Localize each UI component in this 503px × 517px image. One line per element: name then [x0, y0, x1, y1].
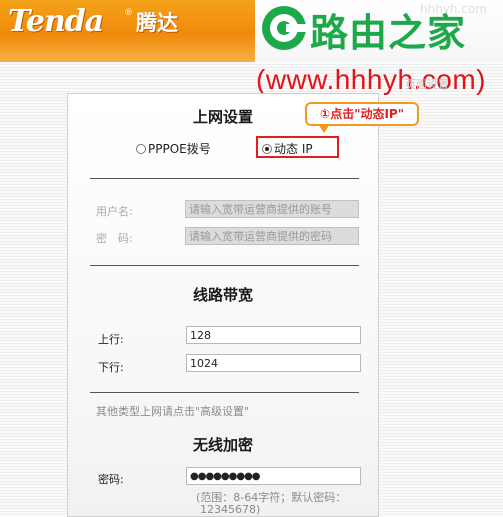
wireless-password-label: 密码: [98, 473, 124, 486]
click-dynamic-ip-callout: ①点击"动态IP" [305, 102, 419, 126]
pppoe-radio-label: PPPOE拨号 [148, 142, 211, 156]
registered-mark: ® [124, 8, 133, 18]
upstream-label: 上行: [98, 333, 124, 346]
bandwidth-title: 线路带宽 [192, 286, 253, 304]
router-home-logo-gap [286, 24, 308, 32]
default-password-hint: 12345678) [200, 503, 261, 516]
pppoe-password-label: 密 码: [96, 232, 133, 245]
wireless-encryption-title: 无线加密 [192, 436, 253, 454]
pppoe-radio-option[interactable]: PPPOE拨号 [136, 140, 211, 157]
pppoe-password-input[interactable]: 请输入宽带运营商提供的密码 [185, 227, 359, 245]
watermark-url: (www.hhhyh.com) [256, 64, 487, 95]
username-input[interactable]: 请输入宽带运营商提供的账号 [185, 200, 359, 218]
section-divider [90, 178, 359, 179]
upstream-input[interactable]: 128 [186, 326, 361, 344]
tenda-chinese-name: 腾达 [136, 11, 178, 35]
tenda-logo: Tenda [8, 4, 104, 39]
faint-title-text: 页面设置 [405, 78, 449, 91]
downstream-label: 下行: [98, 361, 124, 374]
downstream-input[interactable]: 1024 [186, 354, 361, 372]
wireless-password-input[interactable]: ●●●●●●●●● [186, 467, 361, 485]
username-label: 用户名: [96, 205, 133, 218]
section-divider [90, 265, 359, 266]
advanced-settings-hint: 其他类型上网请点击"高级设置" [96, 405, 250, 418]
section-divider [90, 392, 359, 393]
dynamic-ip-highlight-box [256, 136, 339, 158]
watermark-site-name: 路由之家 [310, 11, 467, 55]
pppoe-radio-icon[interactable] [136, 143, 146, 154]
